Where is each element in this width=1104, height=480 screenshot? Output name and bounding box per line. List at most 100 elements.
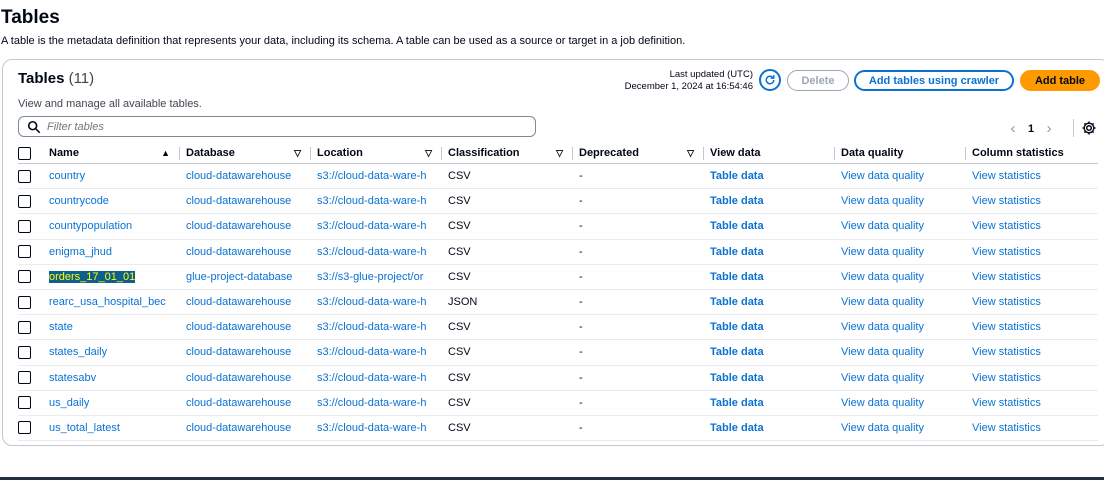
- table-data-link[interactable]: Table data: [710, 195, 764, 207]
- view-data-quality-link[interactable]: View data quality: [841, 220, 924, 232]
- table-data-link[interactable]: Table data: [710, 246, 764, 258]
- view-statistics-link[interactable]: View statistics: [972, 321, 1041, 333]
- sort-icon[interactable]: ▽: [425, 144, 432, 163]
- column-header-location[interactable]: Location ▽: [311, 144, 442, 164]
- table-name-link[interactable]: states_daily: [49, 346, 107, 358]
- table-data-link[interactable]: Table data: [710, 397, 764, 409]
- row-checkbox[interactable]: [18, 421, 31, 435]
- row-checkbox[interactable]: [18, 245, 31, 259]
- table-name-link[interactable]: countypopulation: [49, 220, 132, 232]
- table-name-link[interactable]: statesabv: [49, 372, 96, 384]
- table-data-link[interactable]: Table data: [710, 220, 764, 232]
- row-checkbox[interactable]: [18, 295, 31, 309]
- add-tables-using-crawler-button[interactable]: Add tables using crawler: [854, 70, 1014, 91]
- database-link[interactable]: cloud-datawarehouse: [186, 220, 291, 232]
- sort-icon[interactable]: ▽: [556, 144, 563, 163]
- table-name-link[interactable]: us_daily: [49, 397, 89, 409]
- view-data-quality-link[interactable]: View data quality: [841, 296, 924, 308]
- row-checkbox[interactable]: [18, 169, 31, 183]
- refresh-button[interactable]: [759, 69, 781, 91]
- database-link[interactable]: cloud-datawarehouse: [186, 170, 291, 182]
- table-data-link[interactable]: Table data: [710, 170, 764, 182]
- location-link[interactable]: s3://cloud-data-ware-h: [317, 296, 426, 308]
- next-page-button[interactable]: ›: [1042, 120, 1056, 137]
- row-checkbox[interactable]: [18, 270, 31, 284]
- row-checkbox[interactable]: [18, 371, 31, 385]
- location-link[interactable]: s3://cloud-data-ware-h: [317, 346, 426, 358]
- column-header-classification[interactable]: Classification ▽: [442, 144, 573, 164]
- view-statistics-link[interactable]: View statistics: [972, 271, 1041, 283]
- database-link[interactable]: cloud-datawarehouse: [186, 321, 291, 333]
- view-data-quality-link[interactable]: View data quality: [841, 246, 924, 258]
- view-statistics-link[interactable]: View statistics: [972, 372, 1041, 384]
- sort-ascending-icon[interactable]: ▲: [161, 144, 170, 163]
- location-link[interactable]: s3://cloud-data-ware-h: [317, 246, 426, 258]
- table-name-link[interactable]: state: [49, 321, 73, 333]
- row-checkbox[interactable]: [18, 194, 31, 208]
- view-data-quality-link[interactable]: View data quality: [841, 271, 924, 283]
- table-name-link[interactable]: countrycode: [49, 195, 109, 207]
- location-link[interactable]: s3://cloud-data-ware-h: [317, 170, 426, 182]
- table-row: state cloud-datawarehouse s3://cloud-data-…: [18, 314, 1098, 341]
- view-statistics-link[interactable]: View statistics: [972, 170, 1041, 182]
- delete-button[interactable]: Delete: [787, 70, 849, 91]
- column-header-deprecated[interactable]: Deprecated ▽: [573, 144, 704, 164]
- table-name-link[interactable]: rearc_usa_hospital_bec: [49, 296, 166, 308]
- view-data-quality-link[interactable]: View data quality: [841, 346, 924, 358]
- view-statistics-link[interactable]: View statistics: [972, 422, 1041, 434]
- table-data-link[interactable]: Table data: [710, 422, 764, 434]
- table-data-link[interactable]: Table data: [710, 346, 764, 358]
- current-page-number[interactable]: 1: [1020, 123, 1042, 135]
- row-checkbox[interactable]: [18, 219, 31, 233]
- location-link[interactable]: s3://s3-glue-project/or: [317, 271, 423, 283]
- column-header-name[interactable]: Name ▲: [49, 144, 180, 164]
- database-link[interactable]: cloud-datawarehouse: [186, 195, 291, 207]
- table-data-link[interactable]: Table data: [710, 372, 764, 384]
- table-data-link[interactable]: Table data: [710, 271, 764, 283]
- row-checkbox[interactable]: [18, 320, 31, 334]
- gear-icon[interactable]: [1081, 120, 1097, 136]
- view-statistics-link[interactable]: View statistics: [972, 346, 1041, 358]
- row-checkbox[interactable]: [18, 345, 31, 359]
- view-data-quality-link[interactable]: View data quality: [841, 372, 924, 384]
- previous-page-button[interactable]: ‹: [1006, 120, 1020, 137]
- location-link[interactable]: s3://cloud-data-ware-h: [317, 195, 426, 207]
- location-link[interactable]: s3://cloud-data-ware-h: [317, 422, 426, 434]
- filter-tables[interactable]: [18, 116, 536, 137]
- view-statistics-link[interactable]: View statistics: [972, 246, 1041, 258]
- view-data-quality-link[interactable]: View data quality: [841, 170, 924, 182]
- table-data-link[interactable]: Table data: [710, 321, 764, 333]
- sort-icon[interactable]: ▽: [294, 144, 301, 163]
- database-link[interactable]: cloud-datawarehouse: [186, 296, 291, 308]
- location-link[interactable]: s3://cloud-data-ware-h: [317, 220, 426, 232]
- table-data-link[interactable]: Table data: [710, 296, 764, 308]
- location-link[interactable]: s3://cloud-data-ware-h: [317, 397, 426, 409]
- sort-icon[interactable]: ▽: [687, 144, 694, 163]
- location-link[interactable]: s3://cloud-data-ware-h: [317, 372, 426, 384]
- view-data-quality-link[interactable]: View data quality: [841, 195, 924, 207]
- location-link[interactable]: s3://cloud-data-ware-h: [317, 321, 426, 333]
- row-checkbox[interactable]: [18, 396, 31, 410]
- select-all-checkbox[interactable]: [18, 147, 31, 160]
- table-name-link[interactable]: orders_17_01_01: [49, 270, 136, 283]
- table-name-link[interactable]: us_total_latest: [49, 422, 120, 434]
- database-link[interactable]: cloud-datawarehouse: [186, 346, 291, 358]
- table-name-link[interactable]: enigma_jhud: [49, 246, 112, 258]
- filter-tables-input[interactable]: [47, 120, 517, 133]
- database-link[interactable]: cloud-datawarehouse: [186, 422, 291, 434]
- view-data-quality-link[interactable]: View data quality: [841, 321, 924, 333]
- table-name-link[interactable]: country: [49, 170, 85, 182]
- database-link[interactable]: cloud-datawarehouse: [186, 372, 291, 384]
- database-link[interactable]: cloud-datawarehouse: [186, 397, 291, 409]
- deprecated-value: -: [579, 421, 583, 434]
- view-data-quality-link[interactable]: View data quality: [841, 397, 924, 409]
- view-data-quality-link[interactable]: View data quality: [841, 422, 924, 434]
- database-link[interactable]: glue-project-database: [186, 271, 292, 283]
- view-statistics-link[interactable]: View statistics: [972, 195, 1041, 207]
- add-table-button[interactable]: Add table: [1020, 70, 1100, 91]
- view-statistics-link[interactable]: View statistics: [972, 397, 1041, 409]
- database-link[interactable]: cloud-datawarehouse: [186, 246, 291, 258]
- view-statistics-link[interactable]: View statistics: [972, 220, 1041, 232]
- column-header-database[interactable]: Database ▽: [180, 144, 311, 164]
- view-statistics-link[interactable]: View statistics: [972, 296, 1041, 308]
